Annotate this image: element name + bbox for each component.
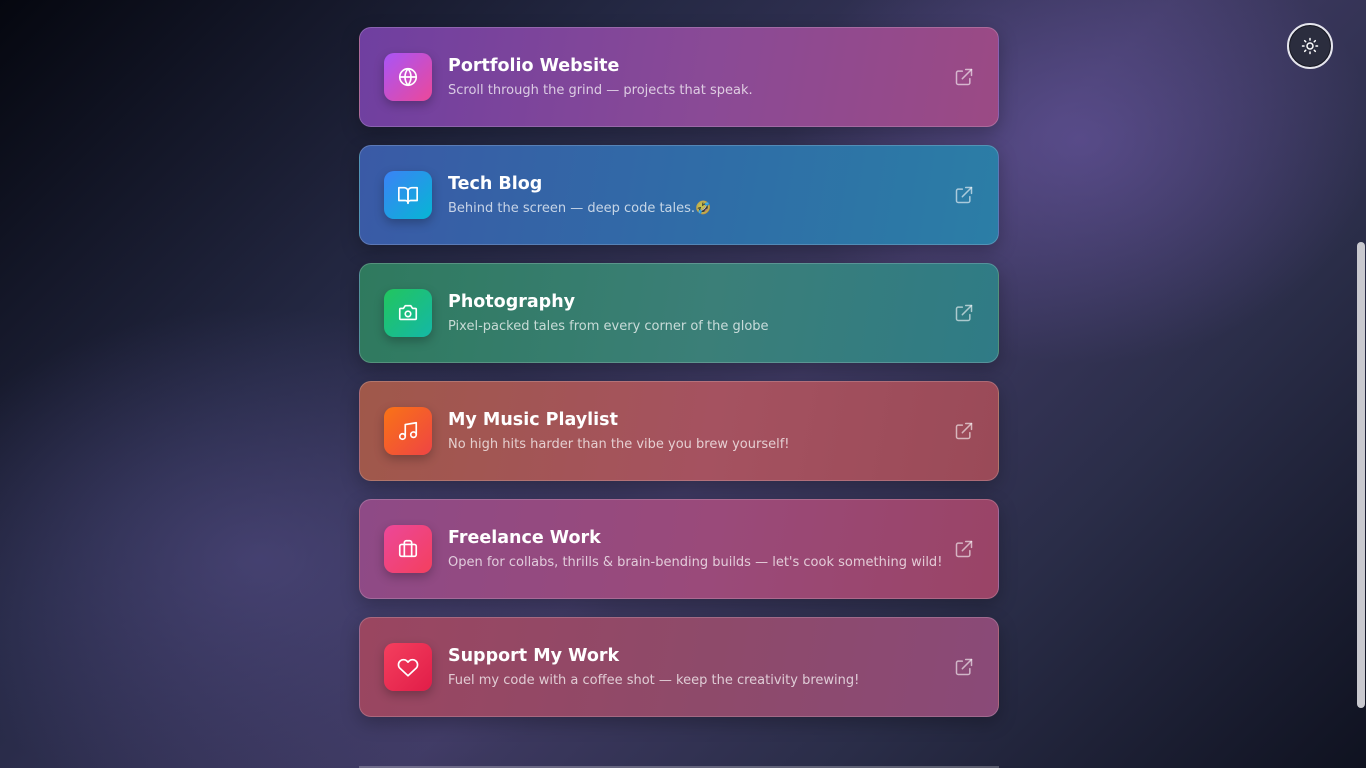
links-list: Portfolio Website Scroll through the gri… [359,27,999,735]
heart-icon [384,643,432,691]
link-card-portfolio[interactable]: Portfolio Website Scroll through the gri… [359,27,999,127]
link-description: Behind the screen — deep code tales.🤣 [448,200,712,216]
link-title: My Music Playlist [448,409,618,430]
link-title: Photography [448,291,576,312]
link-description: No high hits harder than the vibe you br… [448,436,790,452]
link-description: Fuel my code with a coffee shot — keep t… [448,672,860,688]
globe-icon [384,53,432,101]
external-link-icon [954,185,974,205]
link-card-support[interactable]: Support My Work Fuel my code with a coff… [359,617,999,717]
music-icon [384,407,432,455]
external-link-icon [954,303,974,323]
briefcase-icon [384,525,432,573]
link-card-freelance[interactable]: Freelance Work Open for collabs, thrills… [359,499,999,599]
link-card-photography[interactable]: Photography Pixel-packed tales from ever… [359,263,999,363]
link-card-tech-blog[interactable]: Tech Blog Behind the screen — deep code … [359,145,999,245]
link-card-music[interactable]: My Music Playlist No high hits harder th… [359,381,999,481]
external-link-icon [954,421,974,441]
link-title: Tech Blog [448,173,543,194]
external-link-icon [954,539,974,559]
book-open-icon [384,171,432,219]
sun-icon [1301,37,1319,55]
link-description: Scroll through the grind — projects that… [448,82,753,98]
external-link-icon [954,657,974,677]
link-title: Portfolio Website [448,55,620,76]
link-title: Support My Work [448,645,620,666]
link-title: Freelance Work [448,527,601,548]
link-description: Pixel-packed tales from every corner of … [448,318,769,334]
camera-icon [384,289,432,337]
theme-toggle-button[interactable] [1287,23,1333,69]
link-description: Open for collabs, thrills & brain-bendin… [448,554,943,570]
scrollbar-thumb[interactable] [1357,242,1365,708]
external-link-icon [954,67,974,87]
